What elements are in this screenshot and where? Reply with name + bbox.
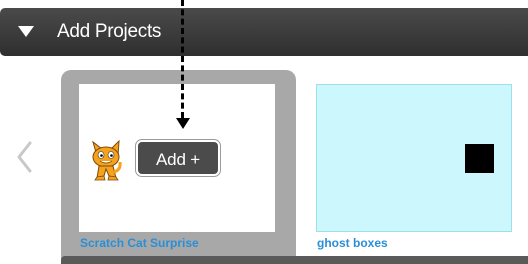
next-row-bar (61, 256, 528, 264)
arrow-down-icon (176, 118, 190, 129)
project-title-link[interactable]: ghost boxes (317, 236, 388, 250)
black-square-icon (465, 144, 494, 173)
scratch-cat-icon (92, 139, 122, 181)
header-title: Add Projects (57, 21, 162, 42)
dashed-guide-line (181, 0, 184, 118)
project-title-link[interactable]: Scratch Cat Surprise (80, 236, 199, 250)
triangle-down-icon[interactable] (18, 26, 34, 37)
add-button[interactable]: Add + (136, 140, 220, 176)
chevron-left-icon[interactable] (15, 140, 33, 174)
